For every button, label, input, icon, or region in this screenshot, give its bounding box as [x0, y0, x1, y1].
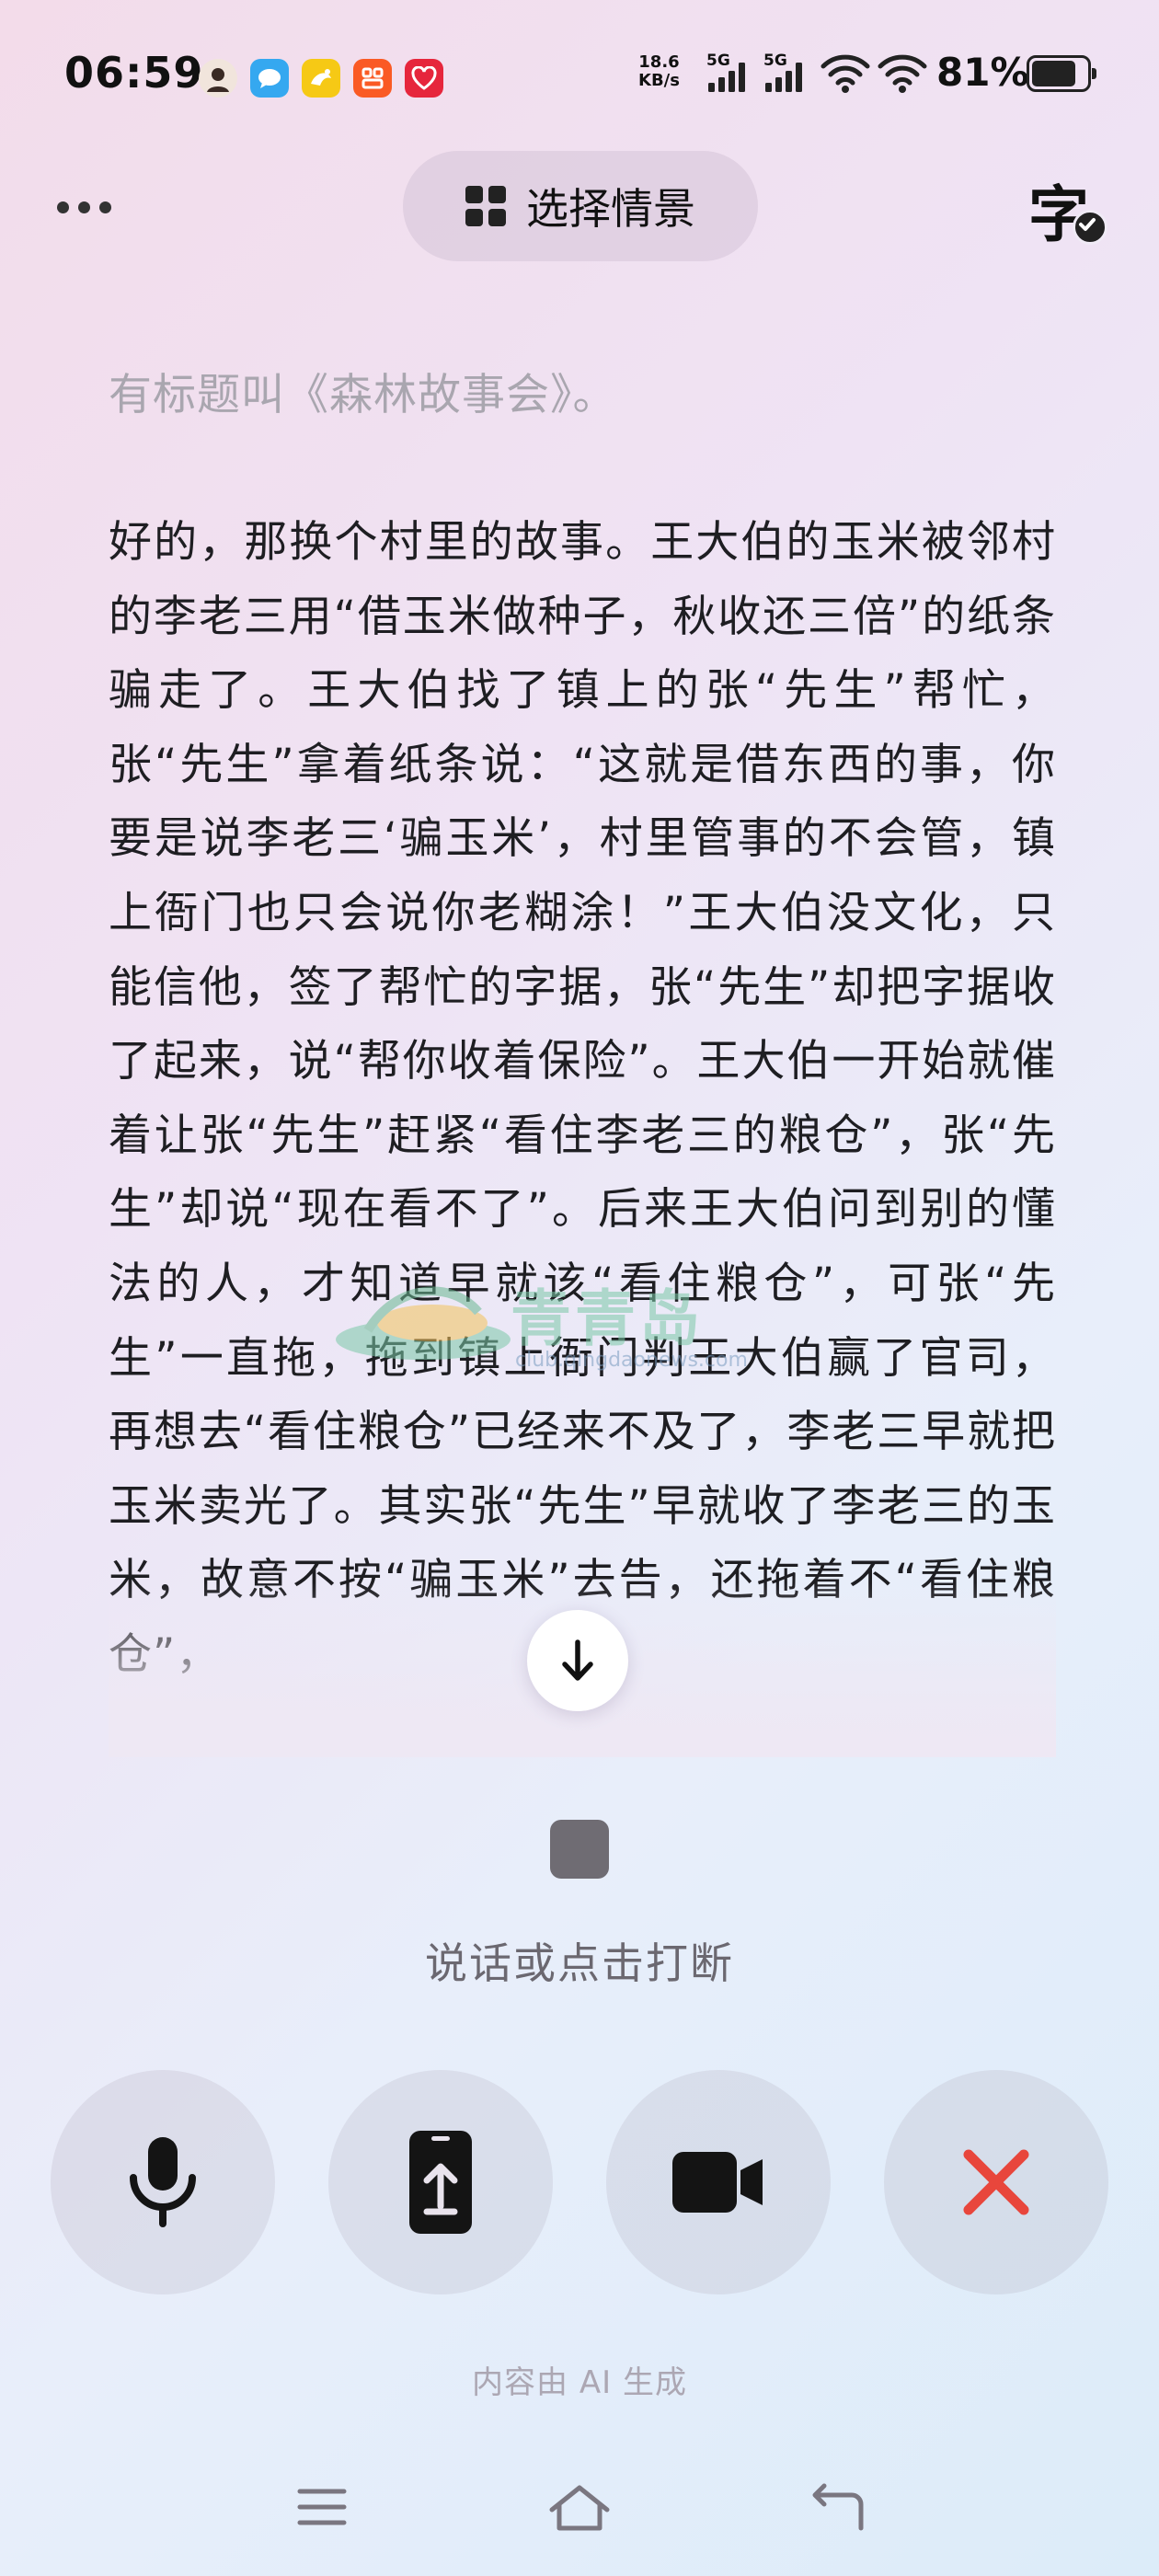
home-icon	[549, 2485, 610, 2531]
interrupt-hint: 说话或点击打断	[425, 1938, 734, 1988]
previous-message: 有标题叫《森林故事会》。	[109, 370, 617, 420]
share-screen-icon	[409, 2131, 472, 2234]
grid-icon	[465, 186, 506, 226]
watermark: 青青岛 club.qingdaonews.com	[331, 1270, 883, 1380]
cellular-signal-icon: 5G	[706, 52, 758, 96]
delivery-app-icon	[302, 59, 340, 98]
menu-icon	[297, 2489, 347, 2525]
wifi-icon	[878, 54, 927, 93]
network-speed: 18.6 KB/s	[638, 53, 680, 90]
more-options-button[interactable]	[57, 184, 140, 230]
select-scene-button[interactable]: 选择情景	[403, 151, 758, 261]
nav-back-button[interactable]	[805, 2479, 869, 2535]
subtitle-toggle-button[interactable]: 字	[1028, 166, 1107, 250]
select-scene-label: 选择情景	[526, 184, 695, 234]
nav-menu-button[interactable]	[290, 2479, 354, 2535]
more-dot-icon	[99, 201, 111, 213]
video-camera-icon	[672, 2152, 763, 2213]
scroll-to-bottom-button[interactable]	[527, 1610, 628, 1711]
nav-home-button[interactable]	[547, 2479, 612, 2535]
watermark-url: club.qingdaonews.com	[515, 1349, 748, 1372]
close-icon	[963, 2149, 1029, 2215]
more-dot-icon	[57, 201, 69, 213]
status-time: 06:59	[64, 48, 204, 98]
status-bar: 06:59 18.6 KB/s 5G 5G 81%	[0, 0, 1159, 152]
more-dot-icon	[78, 201, 90, 213]
stop-speaking-button[interactable]	[550, 1820, 609, 1879]
heart-app-icon	[405, 59, 443, 98]
cellular-signal-icon: 5G	[763, 52, 815, 96]
checkmark-icon	[1073, 210, 1107, 245]
share-screen-button[interactable]	[328, 2070, 553, 2294]
chat-app-icon	[250, 59, 289, 98]
watermark-text: 青青岛	[511, 1283, 704, 1354]
network-speed-value: 18.6	[638, 52, 680, 72]
avatar-app-icon	[199, 59, 237, 98]
conversation-area[interactable]: 有标题叫《森林故事会》。 好的，那换个村里的故事。王大伯的玉米被邻村的李老三用“…	[109, 359, 1056, 1757]
notification-icons	[199, 59, 443, 98]
arrow-down-icon	[562, 1639, 593, 1681]
back-icon	[812, 2483, 864, 2531]
shopping-app-icon	[353, 59, 392, 98]
network-speed-unit: KB/s	[638, 71, 680, 90]
ai-generated-note: 内容由 AI 生成	[472, 2364, 687, 2401]
ai-reply-text: 好的，那换个村里的故事。王大伯的玉米被邻村的李老三用“借玉米做种子，秋收还三倍”…	[109, 517, 1056, 1680]
battery-percent: 81%	[936, 50, 1029, 95]
microphone-button[interactable]	[51, 2070, 275, 2294]
watermark-logo-icon	[336, 1286, 511, 1360]
battery-level-fill	[1032, 61, 1075, 86]
battery-icon	[1027, 55, 1096, 92]
end-call-button[interactable]	[884, 2070, 1108, 2294]
video-camera-button[interactable]	[606, 2070, 831, 2294]
battery-cap	[1092, 68, 1096, 79]
microphone-icon	[130, 2137, 196, 2227]
wifi-icon	[820, 54, 870, 93]
